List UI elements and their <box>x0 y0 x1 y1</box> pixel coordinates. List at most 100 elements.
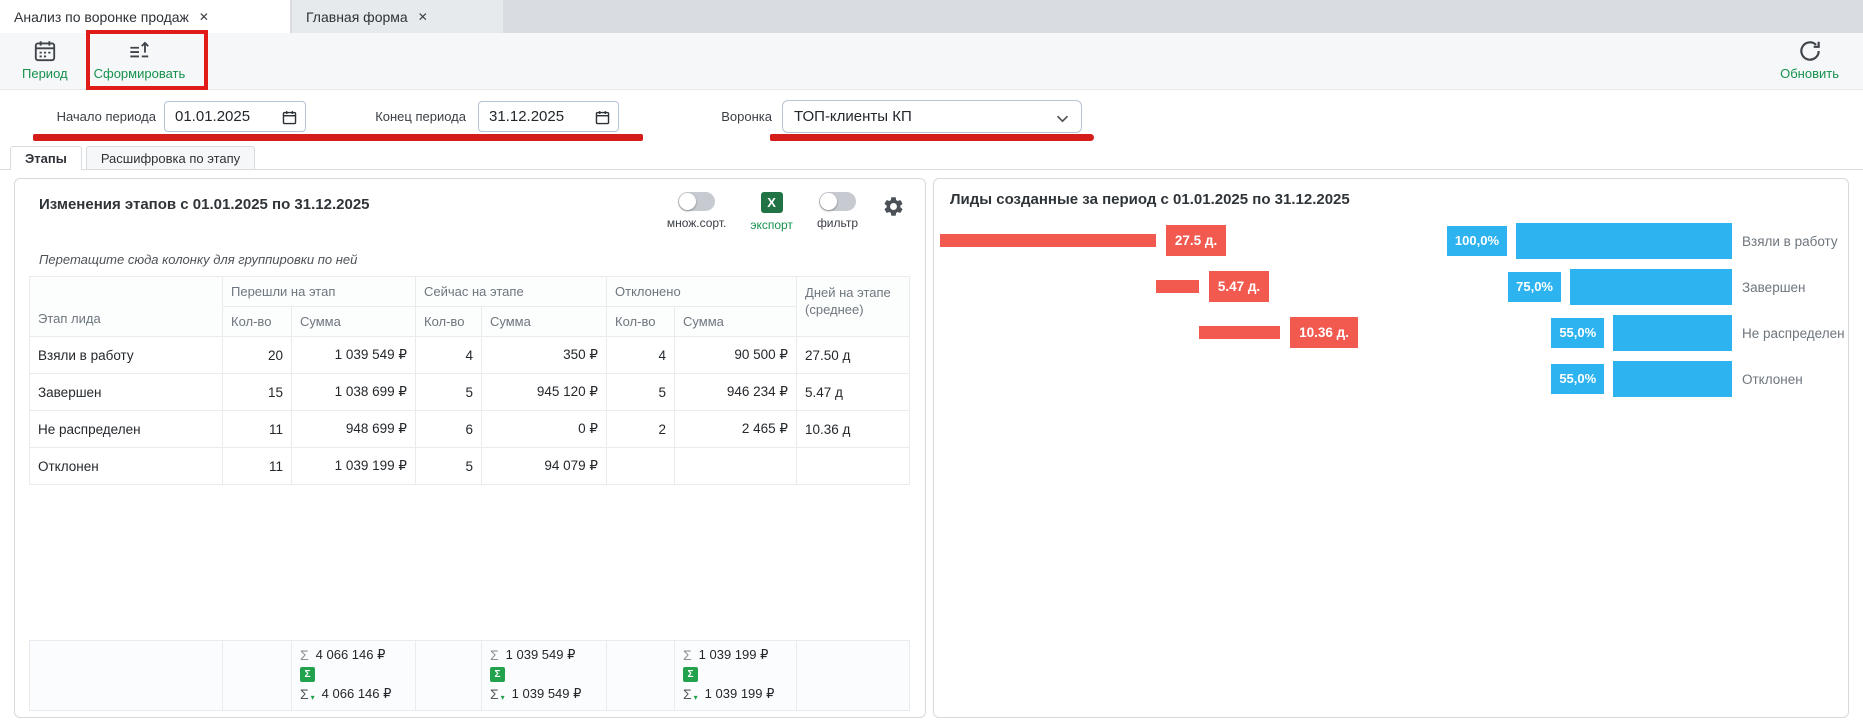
table-row[interactable]: Отклонен 11 1 039 199 ₽ 5 94 079 ₽ <box>30 448 910 485</box>
grid-panel-title: Изменения этапов с 01.01.2025 по 31.12.2… <box>39 192 370 213</box>
column-header-sum[interactable]: Сумма <box>482 307 607 337</box>
count-cell <box>607 448 675 485</box>
count-cell: 4 <box>416 337 482 374</box>
days-cell: 5.47 д <box>797 374 910 411</box>
close-icon[interactable]: ✕ <box>418 10 428 24</box>
group-header-moved: Перешли на этап <box>223 277 416 307</box>
filtered-sum-icon: Σ <box>490 686 499 702</box>
close-icon[interactable]: ✕ <box>199 10 209 24</box>
filtered-sum-icon: Σ <box>300 686 309 702</box>
filtered-sum-icon: Σ <box>683 686 692 702</box>
view-subtabs: Этапы Расшифровка по этапу <box>0 146 1863 170</box>
period-label: Период <box>22 66 68 81</box>
count-cell: 15 <box>223 374 292 411</box>
table-row[interactable]: Взяли в работу 20 1 039 549 ₽ 4 350 ₽ 4 … <box>30 337 910 374</box>
sum-cell: 350 ₽ <box>482 337 607 374</box>
multisort-toggle[interactable] <box>678 192 715 211</box>
excel-export-icon[interactable]: X <box>761 192 783 213</box>
tab-main-form[interactable]: Главная форма ✕ <box>292 0 503 33</box>
count-cell: 5 <box>416 448 482 485</box>
period-button[interactable]: Период <box>22 38 68 81</box>
count-cell: 2 <box>607 411 675 448</box>
refresh-label: Обновить <box>1780 66 1839 81</box>
totals-rejected-sum: Σ1 039 199 ₽ Σ Σ▾1 039 199 ₽ <box>675 641 797 711</box>
sum-badge-icon: Σ <box>490 667 505 682</box>
column-header-sum[interactable]: Сумма <box>292 307 416 337</box>
column-header-stage[interactable]: Этап лида <box>30 277 223 337</box>
count-cell: 11 <box>223 411 292 448</box>
tab-sales-funnel-analysis[interactable]: Анализ по воронке продаж ✕ <box>0 0 290 33</box>
category-label: Взяли в работу <box>1732 234 1840 249</box>
filter-toggle[interactable] <box>819 192 856 211</box>
content-area: Изменения этапов с 01.01.2025 по 31.12.2… <box>14 178 1849 718</box>
days-cell: 10.36 д <box>797 411 910 448</box>
chevron-down-icon <box>1055 112 1070 129</box>
subtab-stage-details[interactable]: Расшифровка по этапу <box>86 146 255 169</box>
days-cell: 27.50 д <box>797 337 910 374</box>
group-header-current: Сейчас на этапе <box>416 277 607 307</box>
end-date-field[interactable] <box>478 101 619 132</box>
generate-button[interactable]: Сформировать <box>94 38 186 81</box>
totals-moved-sum: Σ4 066 146 ₽ Σ Σ▾4 066 146 ₽ <box>292 641 416 711</box>
refresh-button[interactable]: Обновить <box>1780 38 1839 81</box>
conversion-bar <box>1570 269 1732 305</box>
app-root: Анализ по воронке продаж ✕ Главная форма… <box>0 0 1863 727</box>
start-date-field[interactable] <box>164 101 306 132</box>
percent-label: 55,0% <box>1551 318 1604 348</box>
sum-cell: 2 465 ₽ <box>675 411 797 448</box>
category-label: Отклонен <box>1732 372 1840 387</box>
days-cell <box>797 448 910 485</box>
subtab-stages[interactable]: Этапы <box>10 146 82 169</box>
table-row[interactable]: Не распределен 11 948 699 ₽ 6 0 ₽ 2 2 46… <box>30 411 910 448</box>
filter-label: фильтр <box>817 216 858 230</box>
leads-chart-panel: Лиды созданные за период с 01.01.2025 по… <box>933 178 1849 718</box>
conversion-bar <box>1613 315 1732 351</box>
filter-toggle-group[interactable]: фильтр <box>817 192 858 230</box>
funnel-select[interactable]: ТОП-клиенты КП <box>782 100 1082 133</box>
column-header-count[interactable]: Кол-во <box>607 307 675 337</box>
gear-icon[interactable] <box>882 195 905 223</box>
stage-cell: Завершен <box>30 374 223 411</box>
conversion-bar <box>1516 223 1732 259</box>
percent-label: 100,0% <box>1447 226 1507 256</box>
group-by-hint: Перетащите сюда колонку для группировки … <box>39 252 925 267</box>
filter-arrow-icon: ▾ <box>501 693 505 702</box>
end-period-label: Конец периода <box>362 109 466 124</box>
sum-badge-icon: Σ <box>683 667 698 682</box>
percent-label: 55,0% <box>1551 364 1604 394</box>
category-label: Не распределен <box>1732 326 1840 341</box>
totals-current-sum: Σ1 039 549 ₽ Σ Σ▾1 039 549 ₽ <box>482 641 607 711</box>
stage-changes-panel: Изменения этапов с 01.01.2025 по 31.12.2… <box>14 178 926 718</box>
column-header-count[interactable]: Кол-во <box>223 307 292 337</box>
filter-arrow-icon: ▾ <box>694 693 698 702</box>
column-header-count[interactable]: Кол-во <box>416 307 482 337</box>
multisort-toggle-group[interactable]: множ.сорт. <box>667 192 727 230</box>
sum-cell: 0 ₽ <box>482 411 607 448</box>
calendar-icon <box>32 38 58 64</box>
days-bar <box>940 234 1156 247</box>
funnel-select-value: ТОП-клиенты КП <box>794 108 912 125</box>
sum-cell: 1 038 699 ₽ <box>292 374 416 411</box>
grid-panel-header: Изменения этапов с 01.01.2025 по 31.12.2… <box>15 179 925 232</box>
sum-badge-icon: Σ <box>300 667 315 682</box>
table-row[interactable]: Завершен 15 1 038 699 ₽ 5 945 120 ₽ 5 94… <box>30 374 910 411</box>
stage-cell: Не распределен <box>30 411 223 448</box>
category-label: Завершен <box>1732 280 1840 295</box>
calendar-icon[interactable] <box>281 109 298 131</box>
column-header-sum[interactable]: Сумма <box>675 307 797 337</box>
conversion-bar <box>1613 361 1732 397</box>
count-cell: 20 <box>223 337 292 374</box>
export-button[interactable]: X экспорт <box>750 192 793 232</box>
percent-label: 75,0% <box>1508 272 1561 302</box>
funnel-chart: 27.5 д. 100,0% Взяли в работу 5.47 д. 75… <box>934 218 1848 402</box>
chart-title: Лиды созданные за период с 01.01.2025 по… <box>934 179 1848 208</box>
filter-arrow-icon: ▾ <box>311 693 315 702</box>
sum-cell: 948 699 ₽ <box>292 411 416 448</box>
multisort-label: множ.сорт. <box>667 216 727 230</box>
totals-row: Σ4 066 146 ₽ Σ Σ▾4 066 146 ₽ Σ1 039 549 … <box>29 640 910 711</box>
group-header-rejected: Отклонено <box>607 277 797 307</box>
column-header-days[interactable]: Дней на этапе (среднее) <box>797 277 910 337</box>
calendar-icon[interactable] <box>594 109 611 131</box>
start-period-label: Начало периода <box>40 109 156 124</box>
days-label: 27.5 д. <box>1166 225 1226 256</box>
